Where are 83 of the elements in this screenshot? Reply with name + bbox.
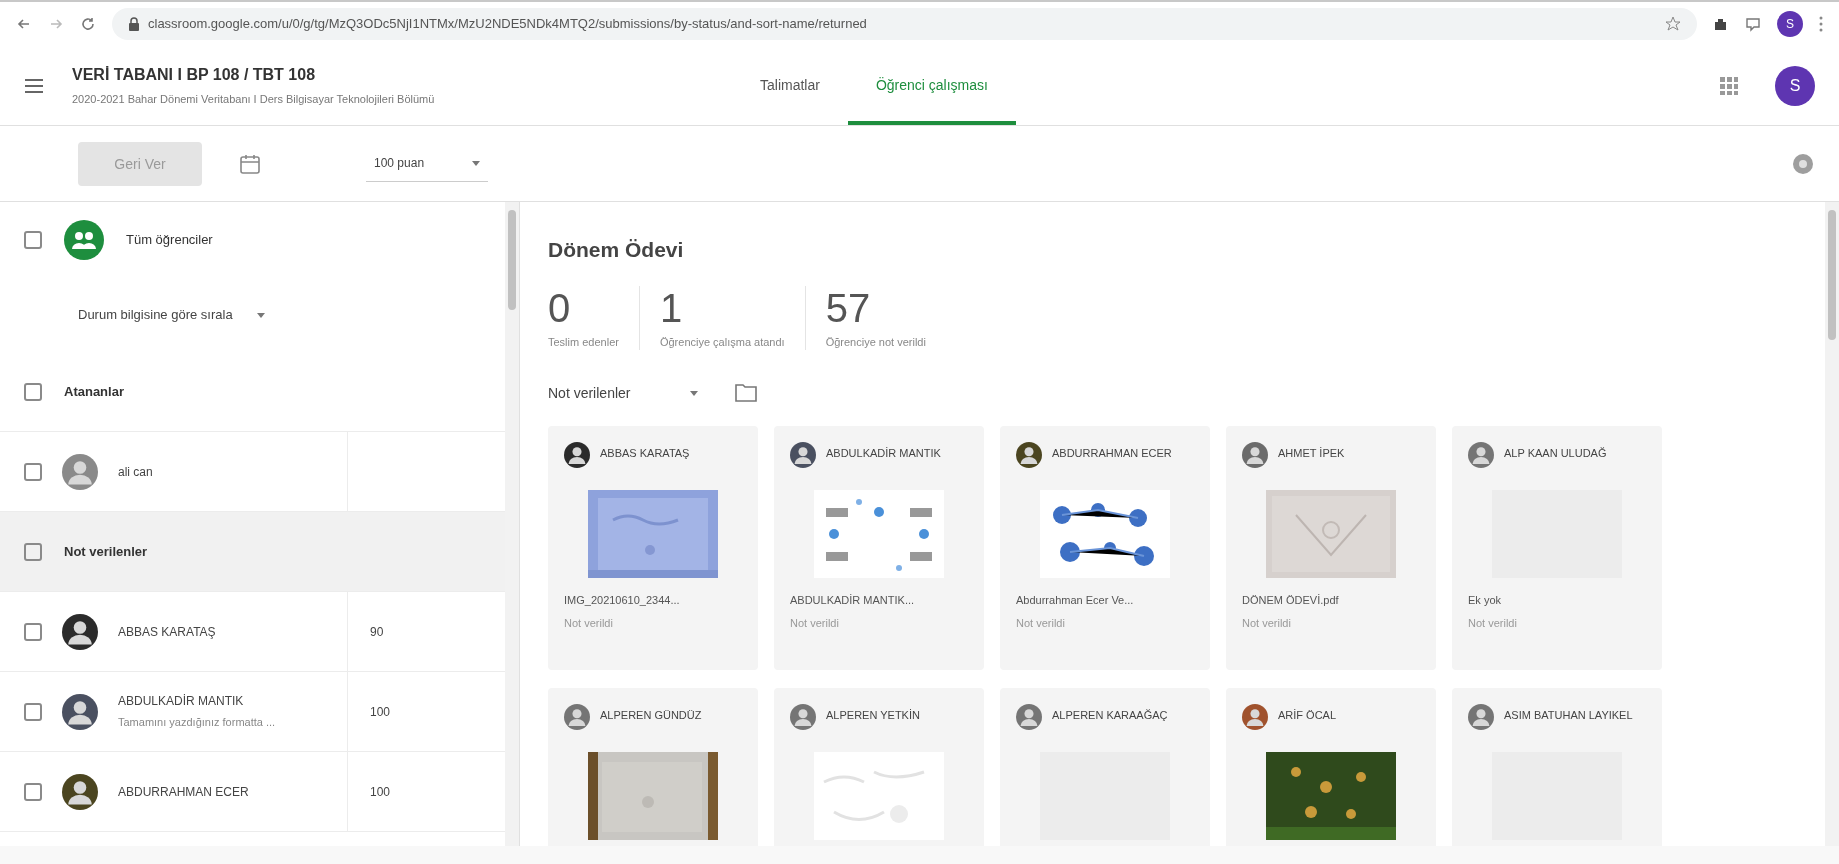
student-name[interactable]: ABDURRAHMAN ECER <box>118 782 249 801</box>
stat-label: Teslim edenler <box>548 334 619 350</box>
file-name[interactable]: IMG_20210610_2344... <box>564 592 742 609</box>
extension-icon[interactable] <box>1713 16 1729 32</box>
grade-value[interactable]: 90 <box>370 622 384 641</box>
student-name: ABDURRAHMAN ECER <box>1052 446 1172 461</box>
checkbox[interactable] <box>24 382 42 401</box>
student-name[interactable]: ABDULKADİR MANTIK <box>118 692 276 711</box>
stat-count: 1 <box>659 285 684 330</box>
student-name: ALP KAAN ULUDAĞ <box>1504 446 1607 461</box>
filter-value: Not verilenler <box>548 383 631 403</box>
submission-card[interactable]: ALPEREN GÜNDÜZ <box>548 688 758 846</box>
points-dropdown[interactable]: 100 puan <box>366 145 488 182</box>
student-name: ARİF ÖCAL <box>1278 708 1337 723</box>
account-avatar[interactable]: S <box>1775 65 1815 106</box>
star-icon[interactable] <box>1665 16 1681 32</box>
stat-label: Öğrenciye not verildi <box>825 334 926 350</box>
grade-status: Not verildi <box>564 615 614 631</box>
grade-status: Not verildi <box>1016 615 1066 631</box>
submission-card[interactable]: ARİF ÖCAL <box>1226 688 1436 846</box>
student-name: ALPEREN YETKİN <box>826 708 920 723</box>
file-name[interactable]: Ek yok <box>1468 592 1646 609</box>
submission-card[interactable]: ABDULKADİR MANTIK ABDULKADİR MANTIK... Not verildi <box>774 426 984 670</box>
student-name: AHMET İPEK <box>1278 446 1345 461</box>
checkbox[interactable] <box>24 622 42 641</box>
checkbox[interactable] <box>24 542 42 561</box>
apps-grid-icon[interactable] <box>1719 75 1739 96</box>
submission-card[interactable]: AHMET İPEK DÖNEM ÖDEVİ.pdf Not verildi <box>1226 426 1436 670</box>
submission-card[interactable]: ASIM BATUHAN LAYIKEL <box>1452 688 1662 846</box>
stat-label: Öğrenciye çalışma atandı <box>659 334 785 350</box>
url-text: classroom.google.com/u/0/g/tg/MzQ3ODc5NjI1NTMx/MzU2NDE5NDk4MTQ2/submissions/by-status/and-sort-name/returned <box>148 15 868 34</box>
scrollbar-thumb[interactable] <box>508 210 516 310</box>
scrollbar-thumb[interactable] <box>1828 210 1836 340</box>
all-students-label[interactable]: Tüm öğrenciler <box>126 229 213 250</box>
grade-status: Not verildi <box>1242 615 1292 631</box>
filter-dropdown[interactable]: Not verilenler <box>548 376 698 410</box>
grade-status: Not verildi <box>790 615 840 631</box>
student-name: ABBAS KARATAŞ <box>600 446 690 461</box>
student-name[interactable]: ABBAS KARATAŞ <box>118 622 216 641</box>
group-label[interactable]: Atananlar <box>64 381 124 402</box>
tab[interactable]: Öğrenci çalışması <box>847 46 1016 125</box>
checkbox[interactable] <box>24 230 42 249</box>
grade-value[interactable]: 100 <box>370 782 391 801</box>
assignment-title: Dönem Ödevi <box>548 237 685 263</box>
submission-card[interactable]: ALPEREN YETKİN <box>774 688 984 846</box>
tab[interactable]: Talimatlar <box>732 46 848 125</box>
checkbox[interactable] <box>24 462 42 481</box>
submission-card[interactable]: ALP KAAN ULUDAĞ Ek yok Not verildi <box>1452 426 1662 670</box>
points-value: 100 puan <box>374 155 425 172</box>
file-name[interactable]: DÖNEM ÖDEVİ.pdf <box>1242 592 1420 609</box>
student-name: ALPEREN GÜNDÜZ <box>600 708 702 723</box>
class-subtitle: 2020-2021 Bahar Dönemi Veritabanı I Ders Bilgisayar Teknolojileri Bölümü <box>72 92 436 108</box>
class-title[interactable]: VERİ TABANI I BP 108 / TBT 108 <box>72 63 732 88</box>
private-comment: Tamamını yazdığınız formatta ... <box>118 715 276 731</box>
profile-avatar[interactable]: S <box>1777 11 1803 37</box>
group-label[interactable]: Not verilenler <box>64 541 148 562</box>
student-name: ALPEREN KARAAĞAÇ <box>1052 708 1168 723</box>
caret-icon <box>472 159 480 167</box>
submission-card[interactable]: ABBAS KARATAŞ IMG_20210610_2344... Not verildi <box>548 426 758 670</box>
menu-icon[interactable] <box>1819 16 1823 32</box>
reload-icon[interactable] <box>80 16 96 32</box>
grade-status: Not verildi <box>1468 615 1518 631</box>
lock-icon <box>128 17 140 31</box>
stat-count: 0 <box>548 285 572 330</box>
menu-icon[interactable] <box>24 77 44 94</box>
people-icon <box>64 219 104 260</box>
address-bar[interactable]: classroom.google.com/u/0/g/tg/MzQ3ODc5NjI1NTMx/MzU2NDE5NDk4MTQ2/submissions/by-status/and-sort-name/returned <box>112 8 1697 40</box>
student-name: ABDULKADİR MANTIK <box>826 446 941 461</box>
submission-card[interactable]: ALPEREN KARAAĞAÇ <box>1000 688 1210 846</box>
sort-dropdown[interactable]: Durum bilgisine göre sırala <box>78 304 265 325</box>
settings-icon[interactable] <box>1791 151 1815 176</box>
file-name[interactable]: Abdurrahman Ecer Ve... <box>1016 592 1194 609</box>
file-name[interactable]: ABDULKADİR MANTIK... <box>790 592 968 609</box>
caret-icon <box>690 389 698 397</box>
stat-count: 57 <box>825 285 872 330</box>
checkbox[interactable] <box>24 782 42 801</box>
checkbox[interactable] <box>24 702 42 721</box>
student-name[interactable]: ali can <box>118 462 153 481</box>
caret-icon <box>256 310 265 319</box>
grade-value[interactable]: 100 <box>370 702 391 721</box>
submission-card[interactable]: ABDURRAHMAN ECER Abdurrahman Ecer Ve... Not verildi <box>1000 426 1210 670</box>
student-name: ASIM BATUHAN LAYIKEL <box>1504 708 1633 723</box>
folder-icon[interactable] <box>734 383 758 403</box>
